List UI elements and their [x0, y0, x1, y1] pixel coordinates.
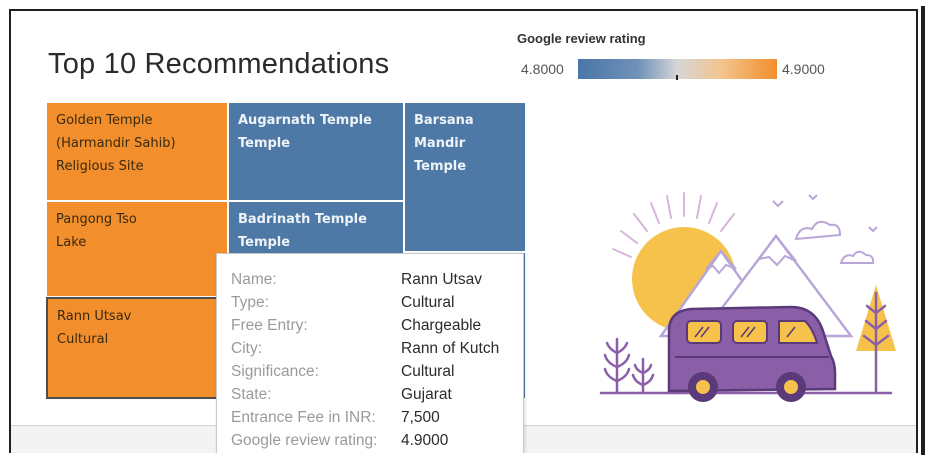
- tile-line: (Harmandir Sahib): [56, 136, 176, 151]
- tooltip-label: Entrance Fee in INR:: [231, 409, 376, 426]
- tooltip-value: Rann Utsav: [401, 271, 482, 288]
- treemap-tile-badrinath-temple[interactable]: Badrinath Temple Temple: [228, 201, 404, 261]
- tile-line: Cultural: [57, 332, 109, 347]
- tooltip-row-name: Name: Rann Utsav: [231, 271, 521, 293]
- tooltip-label: Google review rating:: [231, 432, 378, 449]
- tooltip-row-free-entry: Free Entry: Chargeable: [231, 317, 521, 339]
- treemap-tile-golden-temple[interactable]: Golden Temple (Harmandir Sahib) Religiou…: [46, 102, 228, 201]
- tooltip-value: 7,500: [401, 409, 440, 426]
- tooltip-label: City:: [231, 340, 262, 357]
- tooltip-row-type: Type: Cultural: [231, 294, 521, 316]
- treemap-tile-pangong-tso[interactable]: Pangong Tso Lake: [46, 201, 228, 297]
- treemap-tile-barsana-mandir[interactable]: Barsana Mandir Temple: [404, 102, 526, 252]
- tooltip-row-significance: Significance: Cultural: [231, 363, 521, 385]
- legend-value-marker: [676, 75, 678, 80]
- tile-line: Mandir: [414, 136, 466, 151]
- legend-title: Google review rating: [517, 31, 646, 46]
- legend-min-label: 4.8000: [521, 61, 564, 77]
- dashboard-frame: Top 10 Recommendations Google review rat…: [9, 9, 918, 453]
- tooltip-label: Free Entry:: [231, 317, 308, 334]
- tooltip-value: Cultural: [401, 294, 455, 311]
- window-edge: [921, 6, 925, 455]
- tooltip-value: Cultural: [401, 363, 455, 380]
- tile-line: Augarnath Temple: [238, 113, 372, 128]
- tooltip-label: State:: [231, 386, 272, 403]
- tile-line: Lake: [56, 235, 87, 250]
- tooltip-label: Type:: [231, 294, 269, 311]
- tooltip-label: Name:: [231, 271, 277, 288]
- tooltip-row-entrance-fee: Entrance Fee in INR: 7,500: [231, 409, 521, 431]
- tile-line: Golden Temple: [56, 113, 153, 128]
- tooltip: Name: Rann Utsav Type: Cultural Free Ent…: [216, 253, 524, 453]
- tile-line: Barsana: [414, 113, 474, 128]
- tile-line: Badrinath Temple: [238, 212, 367, 227]
- tooltip-value: Rann of Kutch: [401, 340, 500, 357]
- tile-line: Religious Site: [56, 159, 144, 174]
- travel-van-mountains-illustration: [599, 192, 896, 402]
- tile-line: Temple: [414, 159, 467, 174]
- tooltip-value: 4.9000: [401, 432, 449, 449]
- tooltip-value: Gujarat: [401, 386, 452, 403]
- tooltip-row-review-rating: Google review rating: 4.9000: [231, 432, 521, 453]
- tile-line: Temple: [238, 235, 291, 250]
- tooltip-row-city: City: Rann of Kutch: [231, 340, 521, 362]
- tile-line: Rann Utsav: [57, 309, 132, 324]
- tile-line: Pangong Tso: [56, 212, 137, 227]
- treemap-tile-augarnath-temple[interactable]: Augarnath Temple Temple: [228, 102, 404, 201]
- tooltip-value: Chargeable: [401, 317, 482, 334]
- treemap-tile-rann-utsav[interactable]: Rann Utsav Cultural: [46, 297, 228, 399]
- tooltip-row-state: State: Gujarat: [231, 386, 521, 408]
- legend-max-label: 4.9000: [782, 61, 825, 77]
- page-title: Top 10 Recommendations: [48, 48, 390, 80]
- tile-line: Temple: [238, 136, 291, 151]
- tooltip-label: Significance:: [231, 363, 319, 380]
